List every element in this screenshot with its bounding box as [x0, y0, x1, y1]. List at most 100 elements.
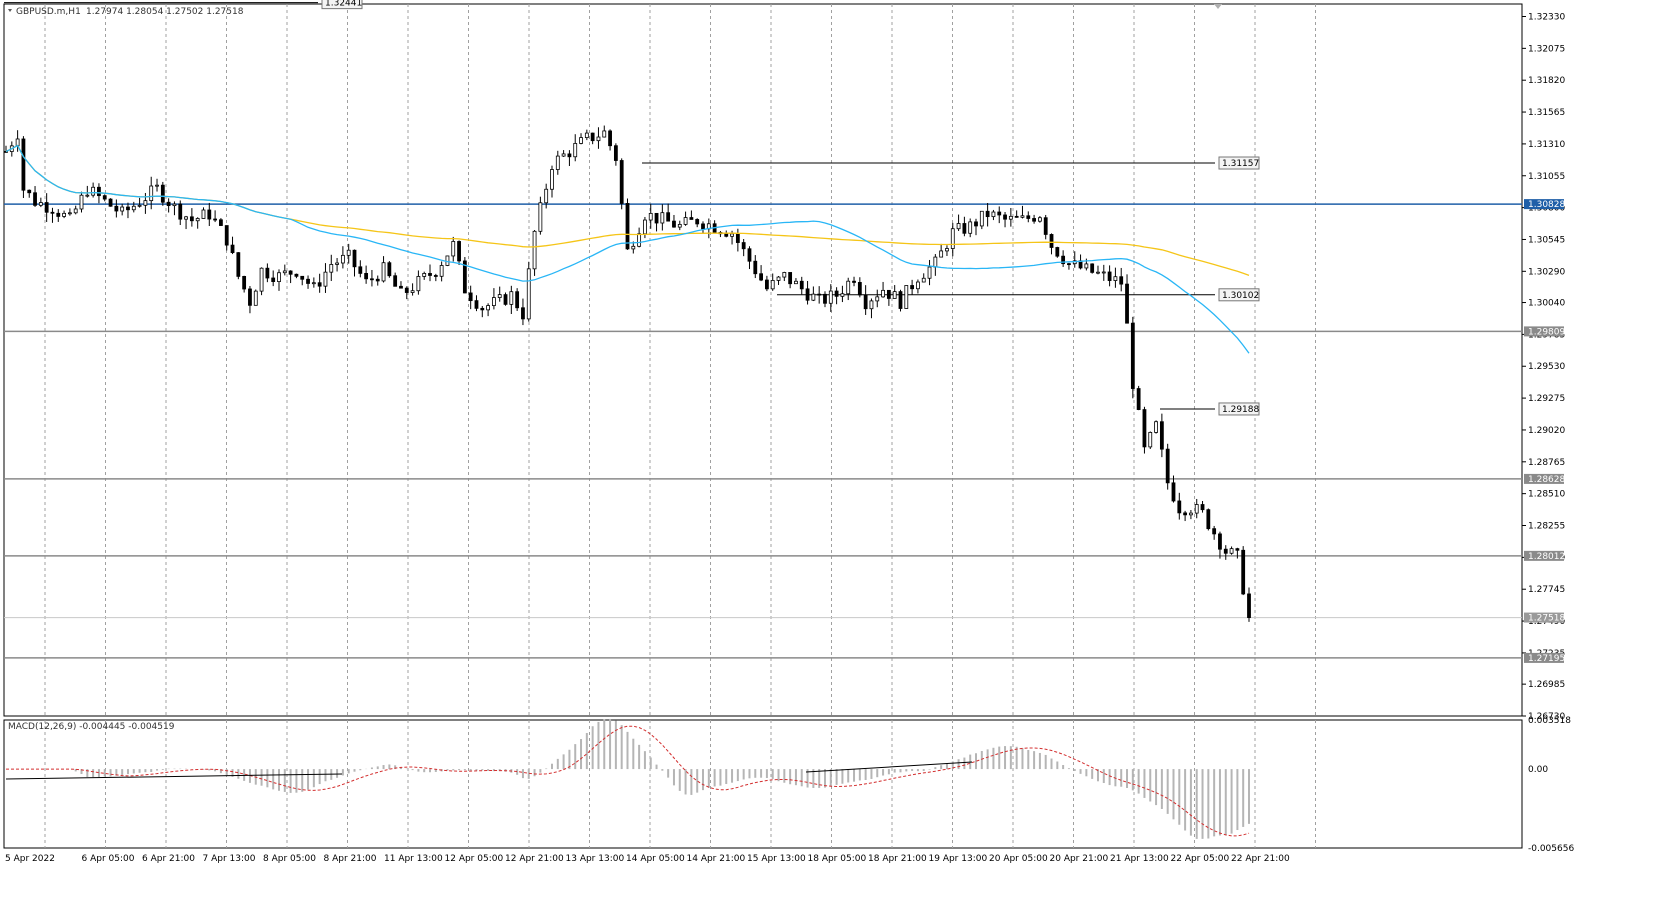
y-tick-label: 1.32330	[1528, 12, 1565, 22]
candle-body	[1241, 549, 1246, 595]
candle	[329, 254, 334, 282]
candle	[619, 158, 624, 210]
candle-body	[1171, 482, 1176, 502]
candle	[834, 287, 839, 305]
x-tick-label: 22 Apr 21:00	[1231, 854, 1290, 864]
x-tick-label: 6 Apr 05:00	[82, 854, 135, 864]
candle-body	[207, 209, 212, 220]
candle-body	[974, 221, 978, 227]
y-tick-label: 1.30545	[1528, 235, 1565, 245]
candle-body	[1055, 247, 1060, 257]
candle-body	[1026, 215, 1031, 219]
candle-body	[735, 233, 740, 243]
candle-body	[608, 130, 612, 147]
candle	[253, 289, 258, 306]
candle	[747, 246, 752, 270]
candle	[718, 231, 723, 238]
candle	[521, 298, 525, 326]
candle-body	[753, 260, 758, 275]
y-tick-label: 1.29275	[1528, 394, 1565, 404]
candle	[160, 181, 165, 206]
candle-body	[439, 265, 444, 277]
level-price-tag-text: 1.27518	[1528, 614, 1565, 624]
candle	[50, 207, 55, 223]
candle	[776, 276, 781, 285]
candle	[985, 202, 990, 227]
candle-body	[904, 285, 909, 309]
candle	[67, 208, 72, 216]
level-price-tag-text: 1.27195	[1528, 654, 1565, 664]
candle	[155, 178, 159, 192]
candle-body	[114, 205, 119, 212]
candle	[753, 255, 758, 279]
candle-body	[1206, 509, 1211, 530]
candle	[184, 215, 188, 230]
candle-body	[102, 195, 107, 200]
candle	[1247, 587, 1251, 622]
candle-body	[300, 275, 305, 280]
candle	[416, 270, 421, 295]
candle-body	[1101, 271, 1106, 274]
candle	[1154, 420, 1158, 434]
candle-body	[643, 219, 647, 235]
candle	[259, 267, 264, 296]
candle-body	[1084, 263, 1089, 269]
candle	[393, 272, 398, 287]
candle	[823, 291, 827, 308]
candle	[939, 243, 944, 258]
candle-body	[33, 192, 37, 206]
candle	[1229, 546, 1234, 555]
candle-body	[654, 212, 659, 224]
candle-body	[38, 202, 43, 206]
candle	[213, 210, 218, 223]
shift-marker-icon	[1214, 4, 1222, 9]
candle	[910, 279, 915, 295]
candle	[306, 275, 310, 289]
candle	[433, 273, 438, 282]
candle	[178, 200, 183, 226]
candle	[1136, 385, 1141, 411]
candle-body	[550, 169, 554, 190]
candle-body	[56, 212, 61, 217]
candle-body	[1159, 421, 1164, 450]
candle-body	[828, 290, 833, 304]
candle	[596, 127, 601, 149]
candle	[56, 209, 61, 222]
candle	[38, 197, 43, 208]
level-label: 1.31157	[1222, 159, 1259, 169]
candle-body	[288, 270, 293, 275]
candle-body	[689, 217, 694, 220]
chart-root[interactable]: 5 Apr 2022 6 Apr 05:00 6 Apr 21:00 7 Apr 13…	[0, 0, 1673, 897]
candle-body	[265, 267, 270, 279]
candle-body	[991, 211, 996, 218]
candle	[794, 278, 798, 285]
candle	[666, 203, 671, 222]
candle	[375, 275, 380, 286]
candle-body	[184, 216, 188, 220]
candle-body	[747, 248, 752, 262]
candle	[1061, 250, 1066, 267]
candle	[166, 198, 171, 213]
candle	[927, 259, 932, 286]
candle	[921, 273, 926, 283]
candle	[550, 165, 554, 198]
y-tick-label: 1.31820	[1528, 76, 1565, 86]
candle	[492, 288, 496, 310]
candle	[997, 206, 1002, 224]
price-chart-svg[interactable]: 5 Apr 2022 6 Apr 05:00 6 Apr 21:00 7 Apr 13…	[0, 0, 1673, 897]
macd-label: MACD(12,26,9) -0.004445 -0.004519	[8, 722, 175, 732]
candle	[1177, 492, 1182, 520]
candle	[805, 280, 810, 305]
candle-body	[840, 293, 845, 297]
candle-body	[27, 189, 32, 194]
candle	[120, 203, 125, 216]
candle-body	[1014, 215, 1019, 218]
candle-body	[1148, 432, 1153, 448]
candle	[683, 211, 688, 226]
candle-body	[1142, 409, 1147, 448]
candle-body	[573, 143, 578, 158]
candle	[1212, 525, 1217, 540]
candle-body	[451, 241, 456, 257]
candle-body	[213, 218, 218, 221]
candle-body	[486, 305, 490, 311]
